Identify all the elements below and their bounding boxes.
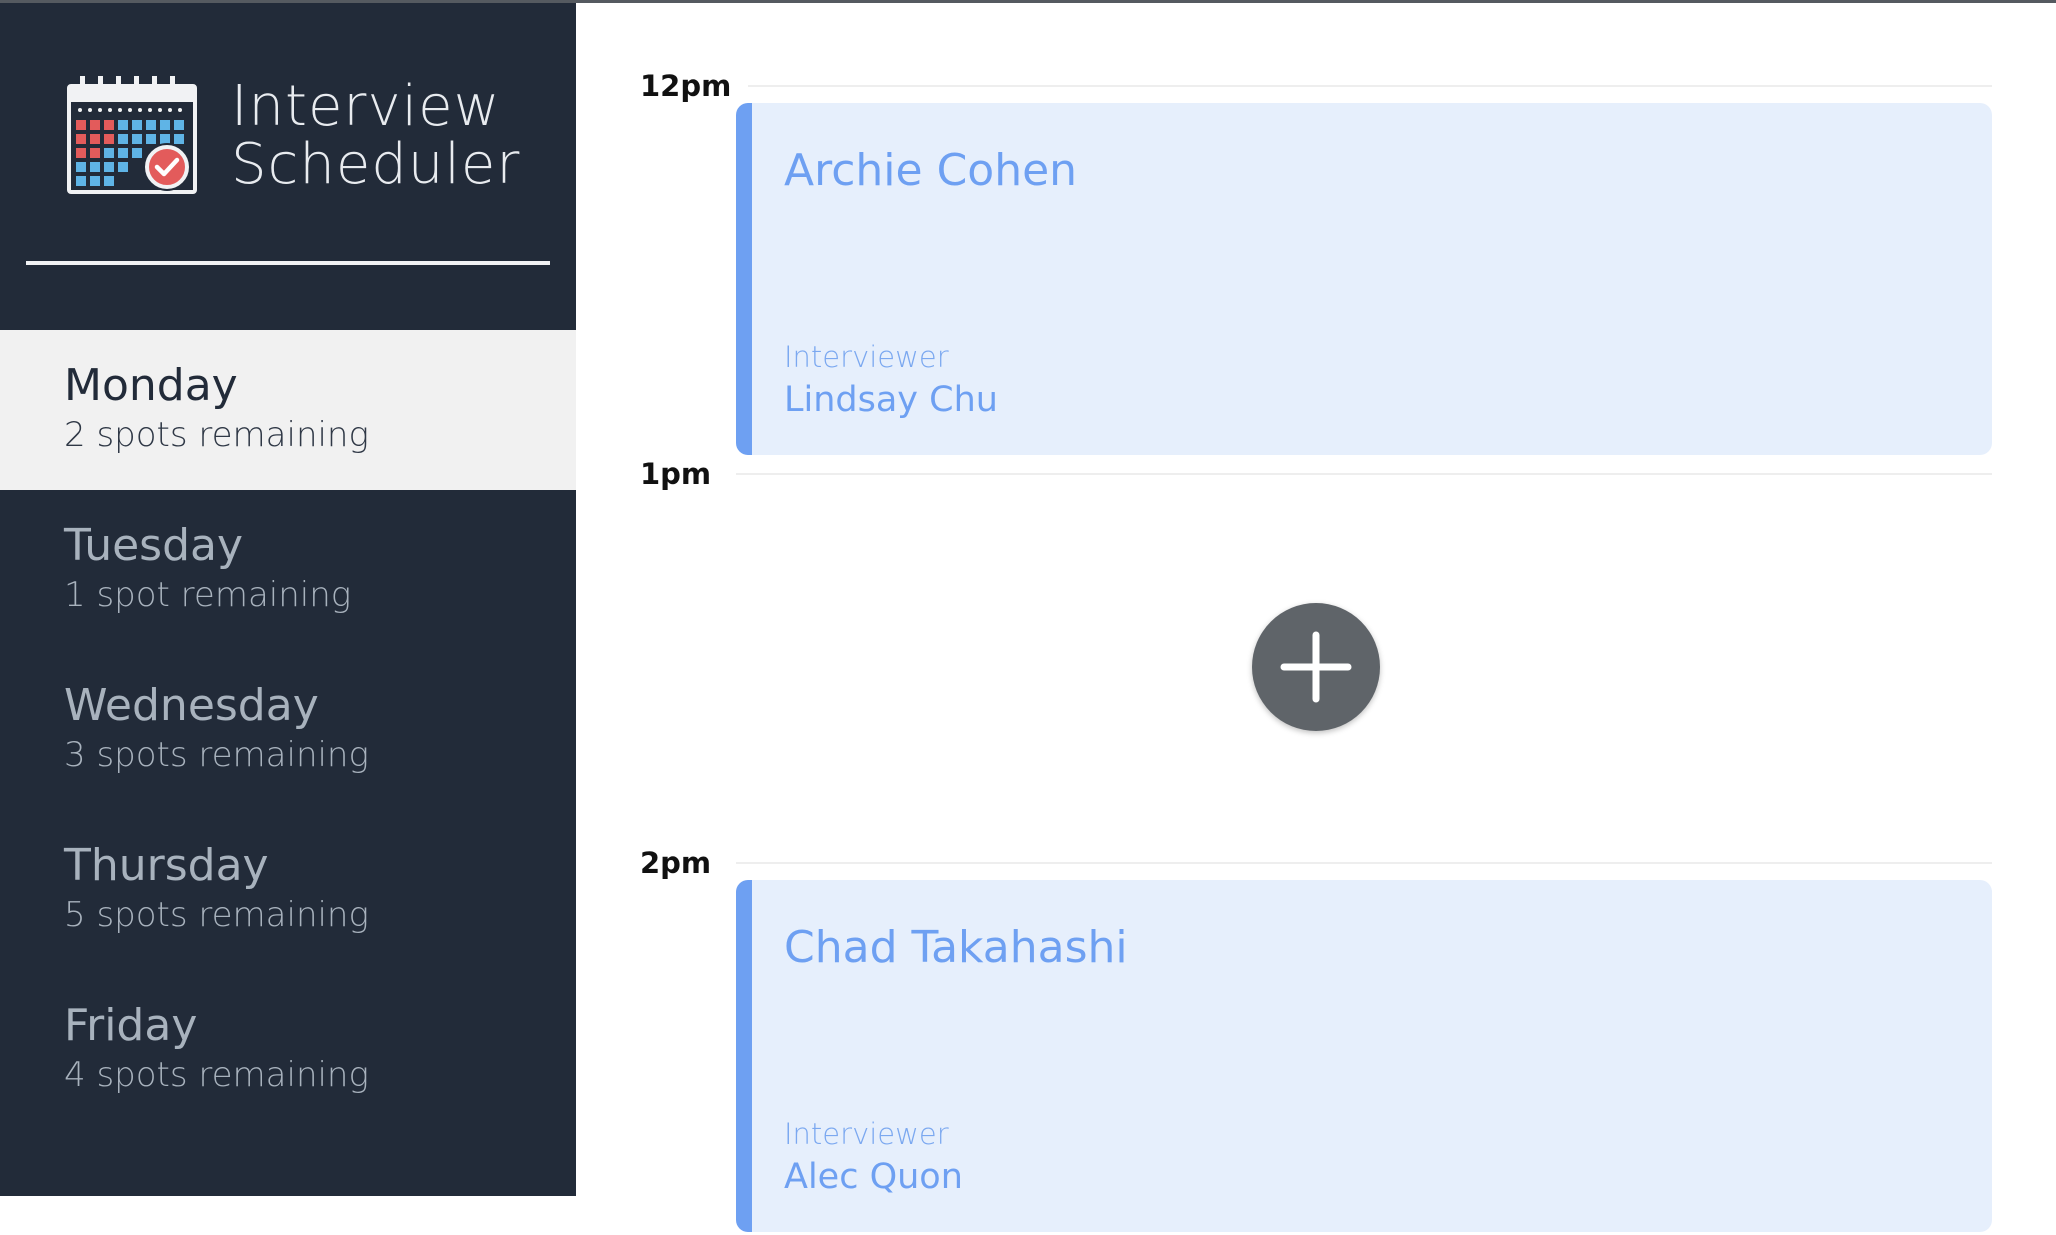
app-title: Interview Scheduler [231, 78, 520, 194]
slot-time: 1pm [640, 457, 712, 491]
plus-icon [1252, 603, 1380, 731]
interviewer-label: Interviewer [784, 340, 949, 374]
day-item-friday[interactable]: Friday 4 spots remaining [0, 970, 576, 1130]
app-title-line-1: Interview [231, 74, 501, 139]
sidebar: Interview Scheduler Monday 2 spots remai… [0, 0, 576, 1196]
day-spots-remaining: 5 spots remaining [64, 895, 369, 935]
day-name: Tuesday [64, 520, 244, 571]
day-name: Wednesday [64, 680, 319, 731]
appointment-card[interactable]: Archie Cohen Interviewer Lindsay Chu [736, 103, 1992, 455]
slot-divider [736, 862, 1992, 864]
schedule: 12pm Archie Cohen Interviewer Lindsay Ch… [576, 0, 2056, 1232]
app-title-line-2: Scheduler [231, 132, 521, 197]
day-spots-remaining: 1 spot remaining [64, 575, 352, 615]
day-name: Monday [64, 360, 238, 411]
day-name: Thursday [64, 840, 269, 891]
day-name: Friday [64, 1000, 198, 1051]
calendar-check-icon [66, 74, 198, 196]
slot-divider [748, 85, 1992, 87]
day-spots-remaining: 4 spots remaining [64, 1055, 369, 1095]
day-item-monday[interactable]: Monday 2 spots remaining [0, 330, 576, 490]
day-list: Monday 2 spots remaining Tuesday 1 spot … [0, 330, 576, 1130]
interviewer-name: Alec Quon [784, 1157, 963, 1197]
appointment-student: Archie Cohen [784, 145, 1078, 196]
day-item-tuesday[interactable]: Tuesday 1 spot remaining [0, 490, 576, 650]
time-slot-12pm: 12pm Archie Cohen Interviewer Lindsay Ch… [576, 69, 2056, 458]
interviewer-label: Interviewer [784, 1117, 949, 1151]
sidebar-divider [26, 261, 550, 265]
slot-divider [736, 473, 1992, 475]
day-spots-remaining: 2 spots remaining [64, 415, 369, 455]
day-spots-remaining: 3 spots remaining [64, 735, 369, 775]
day-item-thursday[interactable]: Thursday 5 spots remaining [0, 810, 576, 970]
appointment-student: Chad Takahashi [784, 922, 1128, 973]
slot-time: 2pm [640, 846, 712, 880]
interviewer-name: Lindsay Chu [784, 380, 998, 420]
time-slot-2pm: 2pm Chad Takahashi Interviewer Alec Quon [576, 846, 2056, 1235]
add-appointment-button[interactable] [1252, 603, 1380, 731]
brand-header: Interview Scheduler [0, 0, 576, 330]
day-item-wednesday[interactable]: Wednesday 3 spots remaining [0, 650, 576, 810]
top-border [0, 0, 2056, 3]
slot-time: 12pm [640, 69, 732, 103]
appointment-card[interactable]: Chad Takahashi Interviewer Alec Quon [736, 880, 1992, 1232]
